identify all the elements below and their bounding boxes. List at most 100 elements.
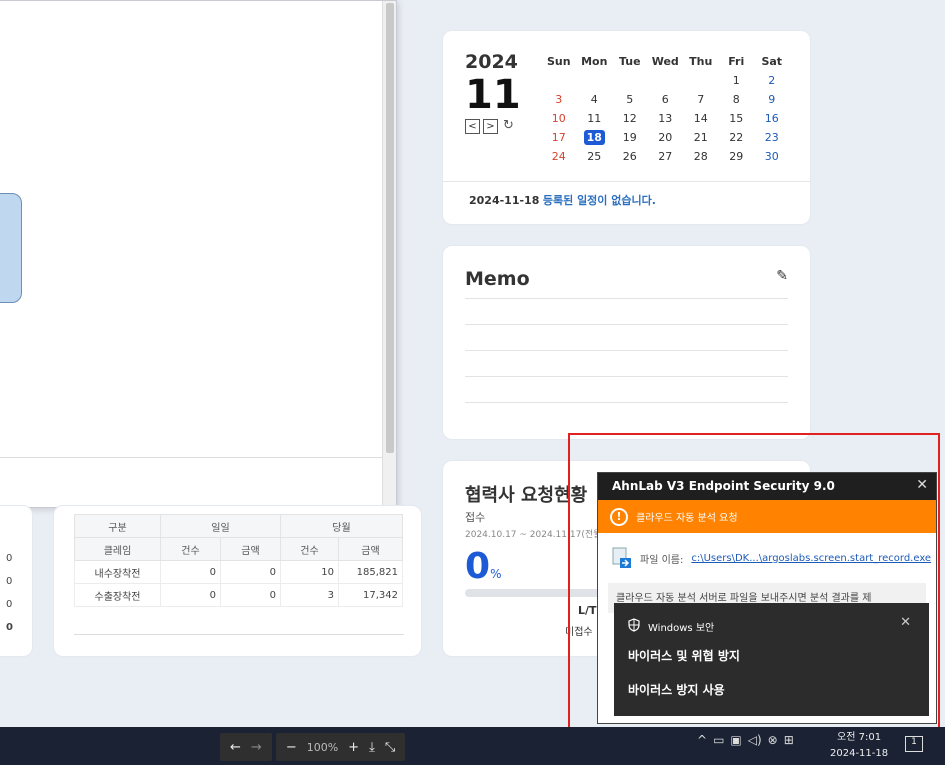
- scrollbar-thumb[interactable]: [386, 3, 394, 453]
- pencil-icon[interactable]: ✎: [776, 268, 788, 284]
- next-month-button[interactable]: >: [483, 119, 498, 134]
- tray-app-icon[interactable]: ▭: [713, 733, 724, 747]
- taskbar-clock[interactable]: 오전 7:01 2024-11-18: [830, 730, 888, 762]
- weekday-header: Thu: [689, 54, 713, 68]
- memo-card: Memo ✎: [442, 245, 811, 440]
- zoom-in-icon[interactable]: +: [348, 740, 359, 755]
- calendar-day[interactable]: 22: [719, 128, 755, 147]
- stub-value: 0: [6, 553, 13, 564]
- weekday-header: Mon: [581, 54, 608, 68]
- calendar-day[interactable]: 7: [683, 90, 719, 109]
- calendar-empty: [612, 71, 648, 90]
- calendar-day[interactable]: 3: [541, 90, 577, 109]
- forward-arrow-icon[interactable]: →: [251, 740, 262, 755]
- zoom-group: − 100% + ⤓ ⤡: [275, 733, 406, 761]
- table-row: 수출장착전 0 0 3 17,342: [74, 583, 403, 607]
- tray-status-icon[interactable]: ⊗: [768, 733, 778, 747]
- zoom-level: 100%: [306, 740, 339, 754]
- calendar-day[interactable]: 27: [648, 147, 684, 166]
- calendar-day[interactable]: 6: [648, 90, 684, 109]
- memo-title: Memo: [465, 268, 530, 290]
- divider: [74, 634, 404, 635]
- col-header: 클레임: [74, 537, 161, 561]
- calendar-day[interactable]: 23: [754, 128, 790, 147]
- weekday-header: Sun: [546, 54, 571, 68]
- calendar-day[interactable]: 9: [754, 90, 790, 109]
- calendar-day[interactable]: 26: [612, 147, 648, 166]
- highlight-box: [568, 433, 940, 735]
- volume-icon[interactable]: ◁): [748, 733, 762, 747]
- calendar-empty: [648, 71, 684, 90]
- download-icon[interactable]: ⤓: [369, 740, 375, 755]
- calendar-day[interactable]: 30: [754, 147, 790, 166]
- calendar-day[interactable]: 5: [612, 90, 648, 109]
- nav-group: ← →: [220, 733, 272, 761]
- calendar-week: 10 11 12 13 14 15 16: [541, 109, 790, 128]
- zoom-out-icon[interactable]: −: [286, 740, 297, 755]
- calendar-day[interactable]: 12: [612, 109, 648, 128]
- col-header: 금액: [338, 537, 403, 561]
- table-cell: 3: [280, 583, 339, 607]
- partner-subtitle: 접수: [465, 511, 486, 524]
- calendar-day[interactable]: 29: [719, 147, 755, 166]
- calendar-day[interactable]: 15: [719, 109, 755, 128]
- calendar-day[interactable]: 18: [577, 128, 613, 147]
- vertical-scrollbar[interactable]: [382, 1, 396, 507]
- memo-line: [465, 376, 788, 377]
- calendar-day[interactable]: 17: [541, 128, 577, 147]
- calendar-day[interactable]: 4: [577, 90, 613, 109]
- back-arrow-icon[interactable]: ←: [230, 740, 241, 755]
- weekday-header: Sat: [761, 54, 783, 68]
- calendar-day[interactable]: 16: [754, 109, 790, 128]
- calendar-week: 12: [541, 71, 790, 90]
- calendar-day[interactable]: 14: [683, 109, 719, 128]
- table-cell: 0: [160, 560, 221, 584]
- col-header: 구분: [74, 514, 161, 538]
- col-header: 당월: [280, 514, 403, 538]
- clock-date: 2024-11-18: [830, 748, 889, 759]
- table-cell: 0: [220, 560, 281, 584]
- col-header: 금액: [220, 537, 281, 561]
- weekday-header: Wed: [651, 54, 679, 68]
- stub-value: 0: [6, 576, 13, 587]
- col-header: 일일: [160, 514, 281, 538]
- memo-line: [465, 350, 788, 351]
- prev-month-button[interactable]: <: [465, 119, 480, 134]
- table-cell: 17,342: [338, 583, 403, 607]
- summary-card-left: 0 0 0 0: [0, 505, 33, 657]
- document-window: [0, 0, 397, 508]
- schedule-message: 등록된 일정이 없습니다.: [542, 194, 656, 207]
- calendar-day[interactable]: 19: [612, 128, 648, 147]
- refresh-icon[interactable]: ↻: [503, 118, 514, 133]
- collapse-icon[interactable]: ⤡: [385, 740, 395, 755]
- chevron-up-icon[interactable]: ^: [697, 733, 707, 747]
- calendar-day[interactable]: 25: [577, 147, 613, 166]
- calendar-day[interactable]: 13: [648, 109, 684, 128]
- calendar-empty: [683, 71, 719, 90]
- calendar-day[interactable]: 21: [683, 128, 719, 147]
- calendar-day[interactable]: 24: [541, 147, 577, 166]
- calendar-day[interactable]: 28: [683, 147, 719, 166]
- schedule-date: 2024-11-18: [469, 194, 540, 207]
- network-icon[interactable]: ▣: [730, 733, 741, 747]
- table-cell: 수출장착전: [74, 583, 161, 607]
- claims-table: 구분 일일 당월 클레임 건수 금액 건수 금액 내수장착전 0 0 10 18…: [74, 514, 403, 607]
- calendar-day[interactable]: 20: [648, 128, 684, 147]
- calendar-day[interactable]: 1: [719, 71, 755, 90]
- ime-icon[interactable]: ⊞: [784, 733, 794, 747]
- calendar-day[interactable]: 8: [719, 90, 755, 109]
- diagram-node: [0, 193, 22, 303]
- viewer-toolbar: ← → − 100% + ⤓ ⤡: [220, 733, 406, 761]
- notification-icon[interactable]: 1: [905, 736, 923, 752]
- calendar-grid: Sun Mon Tue Wed Thu Fri Sat 1 2 3 4 5 6 7 8 9 10 11 12 13 1…: [541, 51, 790, 166]
- calendar-day[interactable]: 2: [754, 71, 790, 90]
- calendar-card: 2024 11 < > ↻ Sun Mon Tue Wed Thu Fri Sat 1234…: [442, 30, 811, 225]
- table-cell: 0: [160, 583, 221, 607]
- calendar-day[interactable]: 10: [541, 109, 577, 128]
- calendar-day[interactable]: 11: [577, 109, 613, 128]
- calendar-empty: [541, 71, 577, 90]
- col-header: 건수: [280, 537, 339, 561]
- partner-percent: 0%: [465, 549, 501, 585]
- stub-value: 0: [6, 622, 13, 633]
- claims-card: 구분 일일 당월 클레임 건수 금액 건수 금액 내수장착전 0 0 10 18…: [53, 505, 422, 657]
